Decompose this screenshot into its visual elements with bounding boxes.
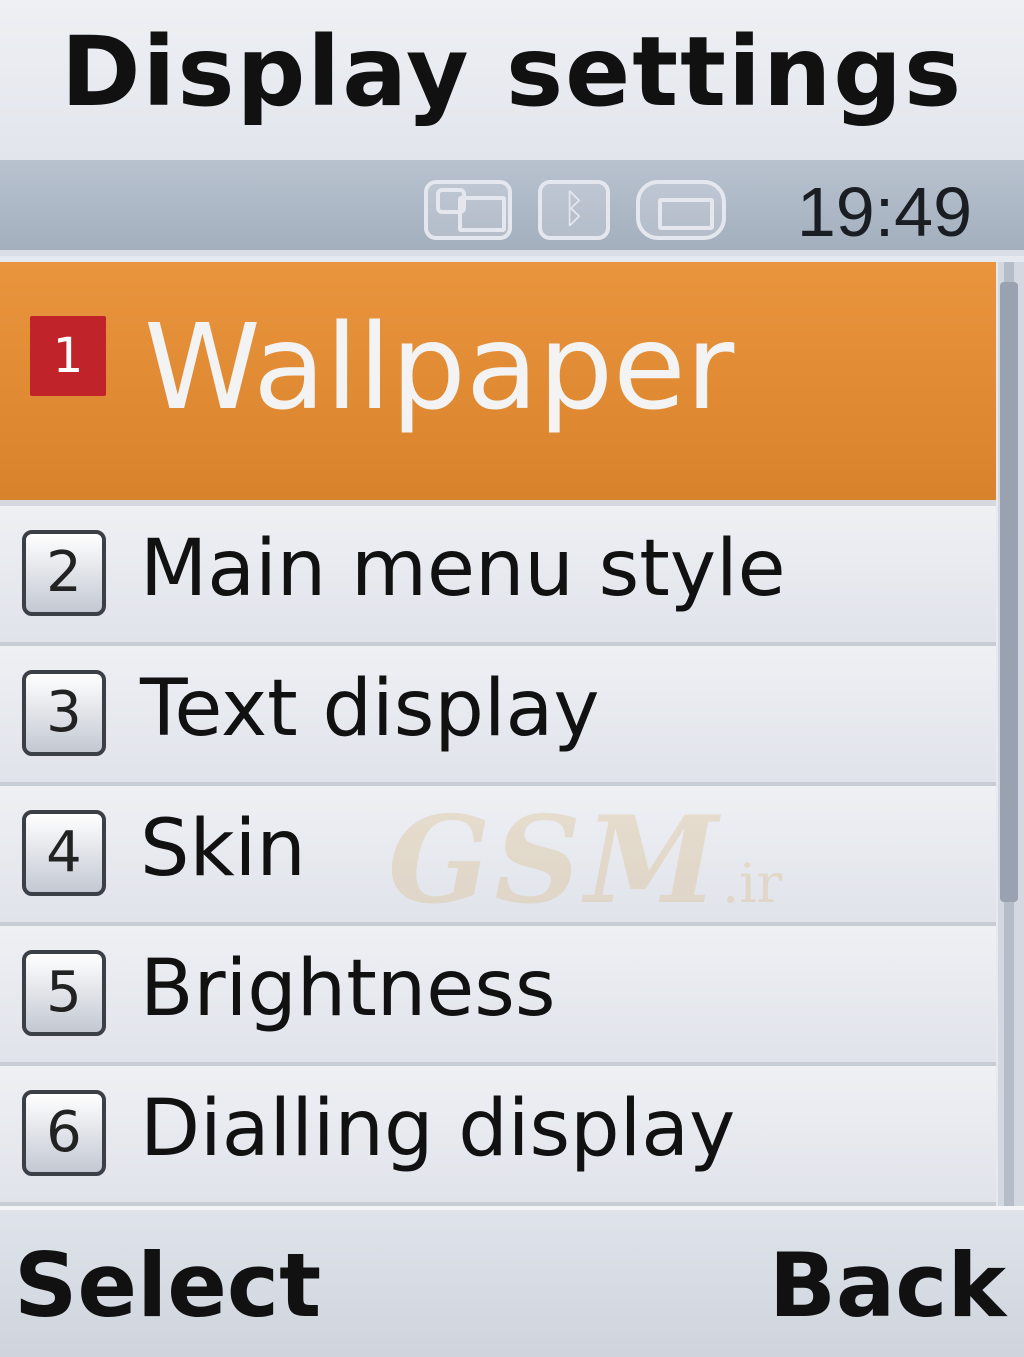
softkey-bar: Select Back — [0, 1206, 1024, 1357]
message-icon — [424, 180, 512, 240]
menu-item-text-display[interactable]: 3 Text display — [0, 646, 996, 786]
status-bar: 19:49 — [0, 160, 1024, 256]
menu-item-main-menu-style[interactable]: 2 Main menu style — [0, 506, 996, 646]
menu-item-number: 3 — [22, 670, 106, 756]
back-softkey[interactable]: Back — [769, 1234, 1006, 1337]
watermark-text: GSM — [388, 790, 722, 931]
menu-item-label: Skin — [140, 804, 306, 894]
menu-item-wallpaper[interactable]: 1 Wallpaper — [0, 262, 996, 506]
menu-item-number: 2 — [22, 530, 106, 616]
menu-item-label: Text display — [140, 664, 600, 754]
scrollbar-thumb[interactable] — [1000, 282, 1018, 902]
bluetooth-icon — [538, 180, 610, 240]
menu-list: 1 Wallpaper 2 Main menu style 3 Text dis… — [0, 262, 996, 1206]
menu-item-label: Brightness — [140, 944, 556, 1034]
menu-item-number: 1 — [30, 316, 106, 396]
select-softkey[interactable]: Select — [14, 1234, 321, 1337]
menu-item-number: 4 — [22, 810, 106, 896]
battery-icon — [636, 180, 726, 240]
watermark: GSM.ir — [388, 790, 782, 931]
page-title: Display settings — [60, 16, 964, 128]
menu-item-label: Dialling display — [140, 1084, 736, 1174]
menu-item-brightness[interactable]: 5 Brightness — [0, 926, 996, 1066]
menu-item-number: 6 — [22, 1090, 106, 1176]
menu-item-number: 5 — [22, 950, 106, 1036]
scrollbar[interactable] — [998, 262, 1024, 1206]
menu-item-label: Wallpaper — [144, 298, 735, 436]
menu-item-label: Main menu style — [140, 524, 786, 614]
title-bar: Display settings — [0, 0, 1024, 160]
menu-item-dialling-display[interactable]: 6 Dialling display — [0, 1066, 996, 1206]
status-clock: 19:49 — [796, 173, 972, 251]
watermark-suffix: .ir — [721, 852, 783, 915]
